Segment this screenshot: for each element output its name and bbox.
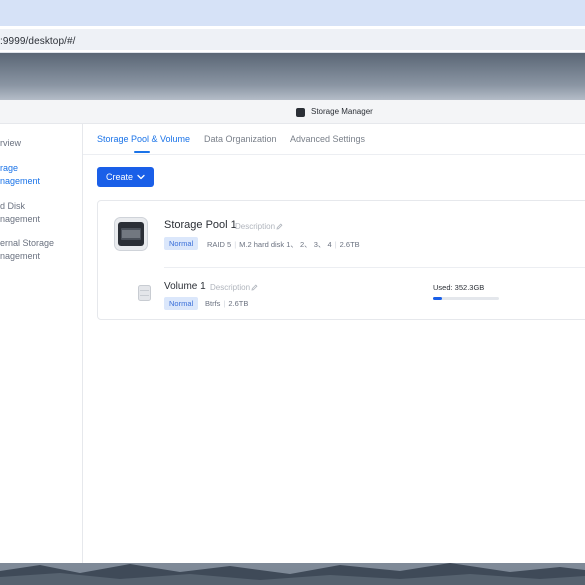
sidebar-item-external-storage-management[interactable]: ernal Storage nagement [0,237,83,262]
volume-meta: Btrfs | 2.6TB [205,299,249,308]
storage-pool-icon [114,217,148,251]
window-titlebar[interactable]: Storage Manager [0,100,585,124]
volume-usage-fill [433,297,442,300]
pool-raid: RAID 5 [207,240,232,249]
tab-storage-pool-volume[interactable]: Storage Pool & Volume [97,134,190,144]
url-text: :9999/desktop/#/ [0,36,76,47]
volume-name: Volume 1 [164,281,206,292]
pool-name: Storage Pool 1 [164,219,237,231]
sidebar-item-label: nagement [0,213,41,224]
create-button-label: Create [106,172,134,182]
storage-pool-card[interactable]: Storage Pool 1 Description Normal RAID 5… [97,200,585,320]
volume-status-badge: Normal [164,297,199,310]
sidebar-item-label: ernal Storage [0,238,55,248]
pool-description[interactable]: Description [235,222,275,231]
tab-advanced-settings[interactable]: Advanced Settings [290,134,365,144]
browser-tab-strip [0,0,585,26]
sidebar: rview rage nagement d Disk nagement erna… [0,124,83,563]
volume-filesystem: Btrfs [205,299,221,308]
sidebar-item-hard-disk-management[interactable]: d Disk nagement [0,200,83,225]
pencil-icon[interactable] [276,223,283,230]
pool-disks: M.2 hard disk 1、 2、 3、 4 [239,240,332,249]
mountains-decoration [0,563,585,585]
volume-icon [138,285,151,301]
card-divider [164,267,585,268]
window-title: Storage Manager [311,107,373,116]
pencil-icon[interactable] [251,284,258,291]
app-icon [296,108,305,117]
chevron-down-icon [137,174,145,180]
sidebar-item-overview[interactable]: rview [0,137,83,150]
sidebar-item-label: nagement [0,175,41,186]
sidebar-item-label: nagement [0,250,41,261]
sidebar-item-label: d Disk [0,201,26,211]
volume-capacity: 2.6TB [228,299,249,308]
volume-usage-bar [433,297,499,300]
sidebar-item-label: rage [0,163,19,173]
volume-description[interactable]: Description [210,283,250,292]
storage-manager-window: Storage Manager rview rage nagement d Di… [0,100,585,563]
volume-used-label: Used: 352.3GB [433,283,485,292]
pool-status-badge: Normal [164,237,199,250]
tabs-divider [83,154,585,155]
address-field[interactable]: :9999/desktop/#/ [0,29,585,50]
tab-data-organization[interactable]: Data Organization [204,134,277,144]
browser-toolbar: :9999/desktop/#/ [0,26,585,53]
sidebar-item-storage-management[interactable]: rage nagement [0,162,83,187]
pool-capacity: 2.6TB [339,240,360,249]
sidebar-item-label: rview [0,138,22,148]
create-button[interactable]: Create [97,167,154,187]
pool-meta: RAID 5 | M.2 hard disk 1、 2、 3、 4 | 2.6TB [207,240,360,249]
active-tab-indicator [134,151,150,153]
